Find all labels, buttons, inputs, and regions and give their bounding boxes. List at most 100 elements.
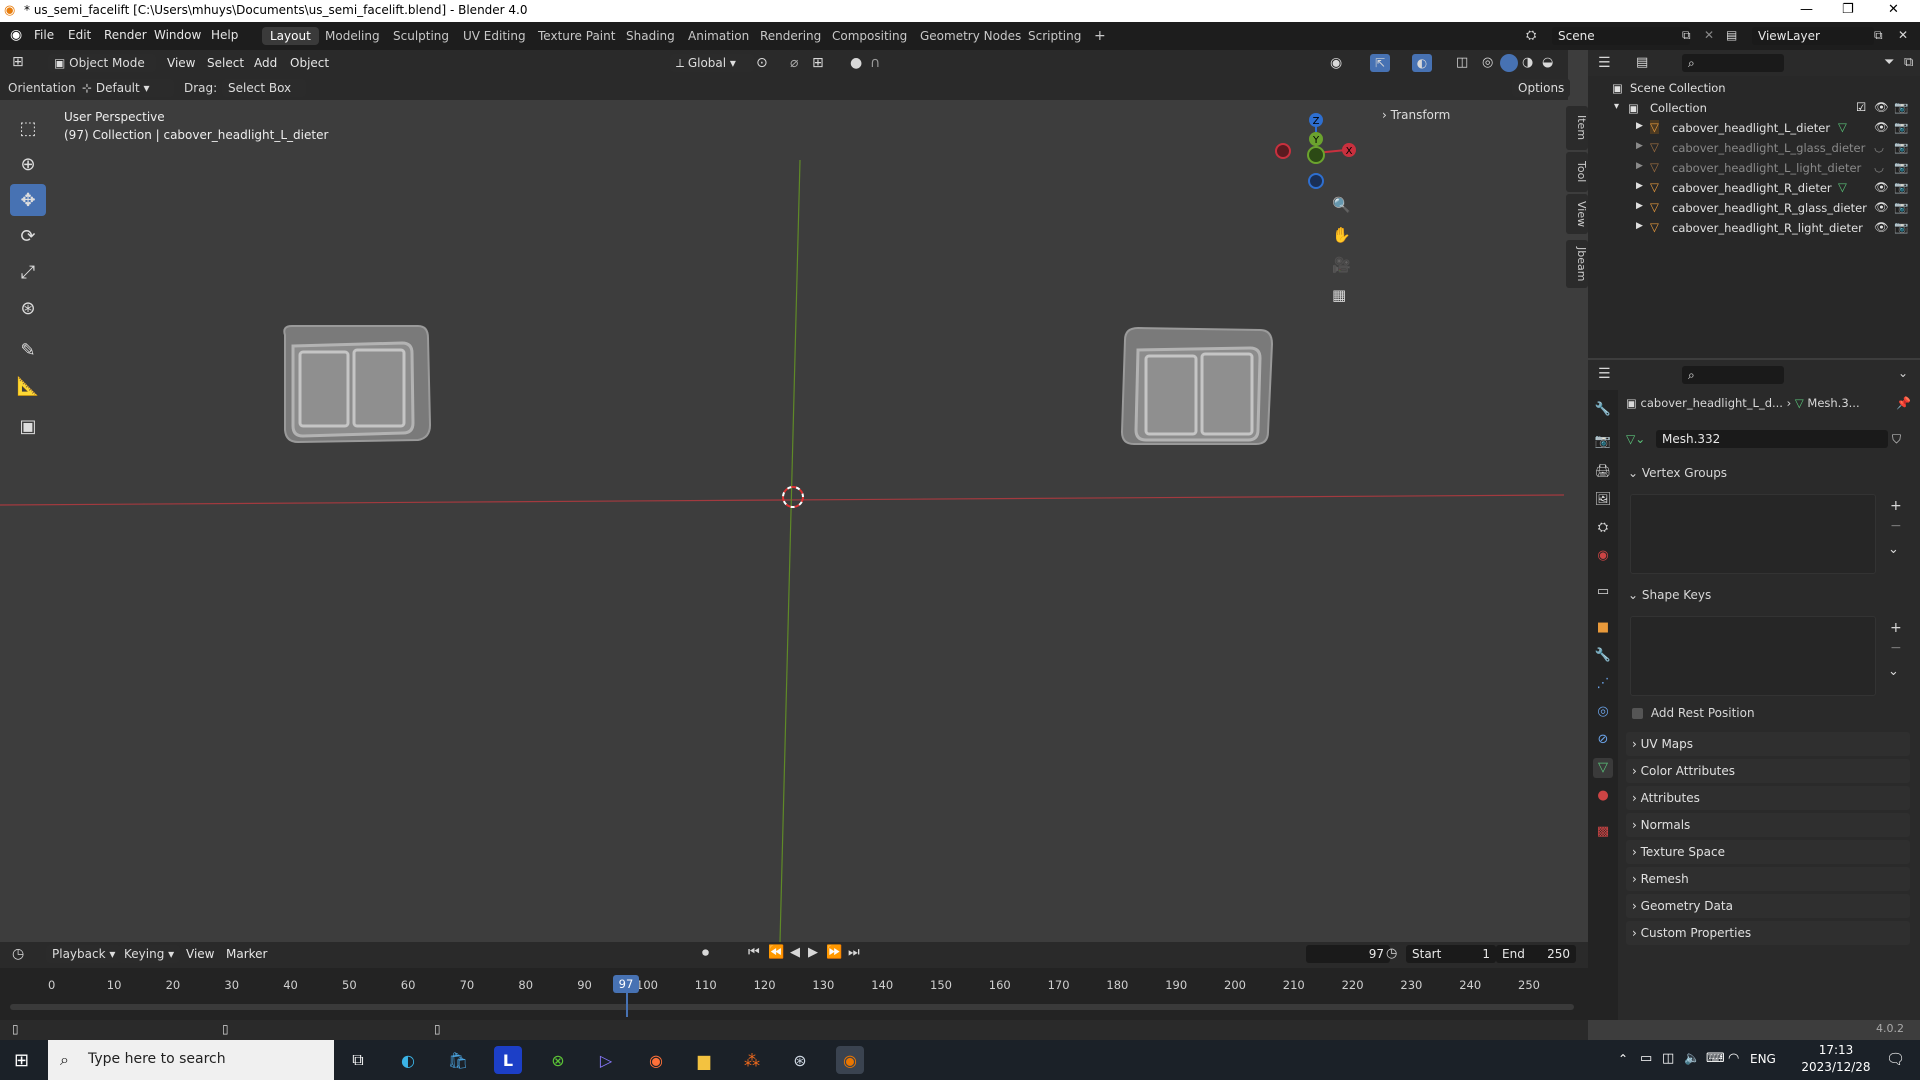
checkbox-icon[interactable] [1632, 708, 1643, 719]
expand-arrow-icon[interactable]: ▶ [1636, 221, 1643, 231]
prev-keyframe-icon[interactable]: ⏪ [768, 945, 784, 960]
add-workspace-button[interactable]: + [1086, 27, 1114, 45]
display-icon[interactable]: ◫ [1662, 1051, 1674, 1066]
shape-keys-panel-header[interactable]: ⌄ Shape Keys [1628, 588, 1910, 608]
viewlayer-selector[interactable]: ViewLayer [1752, 27, 1874, 45]
hidden-eye-icon[interactable]: ◡ [1874, 160, 1884, 174]
transform-tool-icon[interactable]: ⊛ [10, 292, 46, 324]
transform-orientation-dropdown[interactable]: ⟂ Global ▾ [670, 54, 754, 72]
current-frame-field[interactable]: 97 [1306, 945, 1390, 963]
pin-icon[interactable]: 📌 [1896, 396, 1911, 410]
panel-uv-maps[interactable]: › UV Maps [1626, 732, 1910, 756]
annotate-tool-icon[interactable]: ✎ [10, 334, 46, 366]
viewport-menu-select[interactable]: Select [207, 56, 244, 70]
snap-icon[interactable]: ⌀ [790, 55, 798, 71]
3d-viewport[interactable]: ⬚ ⊕ ✥ ⟳ ⤢ ⊛ ✎ 📐 ▣ User Perspective (97) … [0, 100, 1564, 942]
material-shading-icon[interactable]: ◑ [1522, 55, 1533, 70]
object-tab-icon[interactable]: ■ [1593, 618, 1613, 638]
delete-scene-icon[interactable]: ✕ [1704, 28, 1714, 42]
fake-user-shield-icon[interactable]: ⛉ [1892, 432, 1901, 447]
mesh-datablock-icon[interactable]: ▽⌄ [1626, 432, 1645, 446]
workspace-tab-texture-paint[interactable]: Texture Paint [530, 27, 623, 45]
proportional-edit-icon[interactable]: ● [850, 55, 862, 71]
new-scene-icon[interactable]: ⧉ [1682, 28, 1691, 43]
workspace-tab-shading[interactable]: Shading [618, 27, 683, 45]
battery-icon[interactable]: ▭ [1640, 1051, 1652, 1066]
cursor-tool-icon[interactable]: ⊕ [10, 148, 46, 180]
timeline-scrollbar[interactable] [10, 1004, 1574, 1010]
wifi-icon[interactable]: ◠ [1728, 1051, 1739, 1066]
physics-tab-icon[interactable]: ◎ [1593, 702, 1613, 722]
new-collection-icon[interactable]: ⧉ [1904, 55, 1913, 70]
workspace-tab-compositing[interactable]: Compositing [824, 27, 915, 45]
sidebar-tab-view[interactable]: View [1566, 194, 1588, 234]
panel-texture-space[interactable]: › Texture Space [1626, 840, 1910, 864]
add-rest-position-checkbox[interactable]: Add Rest Position [1632, 706, 1892, 724]
viewport-menu-object[interactable]: Object [290, 56, 329, 70]
play-reverse-icon[interactable]: ◀ [790, 945, 800, 960]
remove-shape-key-icon[interactable]: − [1890, 640, 1902, 656]
steam-icon[interactable]: ⊛ [786, 1046, 814, 1074]
task-view-icon[interactable]: ⧉ [344, 1046, 372, 1074]
edge-browser-icon[interactable]: ◐ [394, 1046, 422, 1074]
blender-menu-icon[interactable]: ◉ [10, 27, 22, 43]
collection-tab-icon[interactable]: ▭ [1593, 582, 1613, 602]
particles-tab-icon[interactable]: ⋰ [1593, 674, 1613, 694]
add-shape-key-icon[interactable]: + [1890, 620, 1902, 636]
end-frame-field[interactable]: End 250 [1496, 945, 1576, 963]
chevron-down-icon[interactable]: ⌄ [1898, 366, 1908, 380]
sidebar-tab-item[interactable]: Item [1566, 106, 1588, 150]
clock-date[interactable]: 2023/12/28 [1798, 1060, 1874, 1074]
mesh-name-field[interactable]: Mesh.332 [1656, 430, 1888, 448]
timeline-menu-view[interactable]: View [186, 947, 214, 961]
properties-search-input[interactable]: ⌕ [1682, 366, 1784, 384]
workspace-tab-modeling[interactable]: Modeling [317, 27, 388, 45]
rendered-shading-icon[interactable]: ◒ [1542, 55, 1553, 70]
taskbar-search-box[interactable]: ⌕ Type here to search [48, 1040, 334, 1080]
scale-tool-icon[interactable]: ⤢ [10, 256, 46, 288]
pivot-point-icon[interactable]: ⊙ [756, 55, 768, 71]
new-viewlayer-icon[interactable]: ⧉ [1874, 28, 1883, 43]
render-camera-icon[interactable]: 📷 [1894, 200, 1908, 214]
vertex-group-menu-icon[interactable]: ⌄ [1888, 542, 1899, 557]
keyboard-icon[interactable]: ⌨ [1706, 1051, 1725, 1066]
timeline-editor-icon[interactable]: ◷ [12, 946, 24, 962]
visibility-eye-icon[interactable]: 👁 [1874, 100, 1889, 114]
expand-arrow-icon[interactable]: ▶ [1636, 141, 1643, 151]
solid-shading-icon[interactable] [1500, 54, 1518, 72]
blender-taskbar-icon[interactable]: ◉ [836, 1046, 864, 1074]
wireframe-shading-icon[interactable]: ◎ [1482, 55, 1493, 70]
tool-tab-icon[interactable]: 🔧 [1593, 400, 1613, 420]
play-icon[interactable]: ▶ [808, 945, 818, 960]
vertex-groups-panel-header[interactable]: ⌄ Vertex Groups [1628, 466, 1910, 486]
viewport-menu-view[interactable]: View [167, 56, 195, 70]
timeline-menu-marker[interactable]: Marker [226, 947, 267, 961]
render-camera-icon[interactable]: 📷 [1894, 120, 1908, 134]
material-tab-icon[interactable]: ● [1593, 786, 1613, 806]
view-layer-tab-icon[interactable]: 🖼 [1593, 490, 1613, 510]
panel-remesh[interactable]: › Remesh [1626, 867, 1910, 891]
camera-view-icon[interactable]: 🎥 [1332, 256, 1351, 274]
drag-dropdown[interactable]: Select Box ▾ [222, 79, 306, 113]
menu-edit[interactable]: Edit [68, 28, 91, 42]
add-vertex-group-icon[interactable]: + [1890, 498, 1902, 514]
render-camera-icon[interactable]: 📷 [1894, 140, 1908, 154]
start-frame-field[interactable]: Start 1 [1406, 945, 1496, 963]
constraints-tab-icon[interactable]: ⊘ [1593, 730, 1613, 750]
keying-menu[interactable]: Keying ▾ [118, 945, 181, 963]
sidebar-tab-tool[interactable]: Tool [1566, 152, 1588, 192]
render-camera-icon[interactable]: 📷 [1894, 100, 1908, 114]
ortho-grid-icon[interactable]: ▦ [1332, 286, 1346, 304]
tray-chevron-icon[interactable]: ⌃ [1618, 1052, 1628, 1066]
jump-end-icon[interactable]: ⏭ [848, 945, 860, 960]
volume-icon[interactable]: 🔈 [1684, 1051, 1700, 1066]
overlay-toggle-icon[interactable]: ◐ [1412, 54, 1432, 72]
minimize-button[interactable]: — [1800, 2, 1813, 17]
playhead-line[interactable] [626, 993, 628, 1017]
xbox-icon[interactable]: ⊗ [544, 1046, 572, 1074]
sidebar-tab-jbeam[interactable]: Jbeam [1566, 240, 1588, 288]
hidden-eye-icon[interactable]: ◡ [1874, 140, 1884, 154]
mesh-data-icon[interactable]: ▽ [1838, 180, 1847, 194]
expand-arrow-icon[interactable]: ▶ [1636, 121, 1643, 131]
workspace-tab-uv-editing[interactable]: UV Editing [455, 27, 534, 45]
